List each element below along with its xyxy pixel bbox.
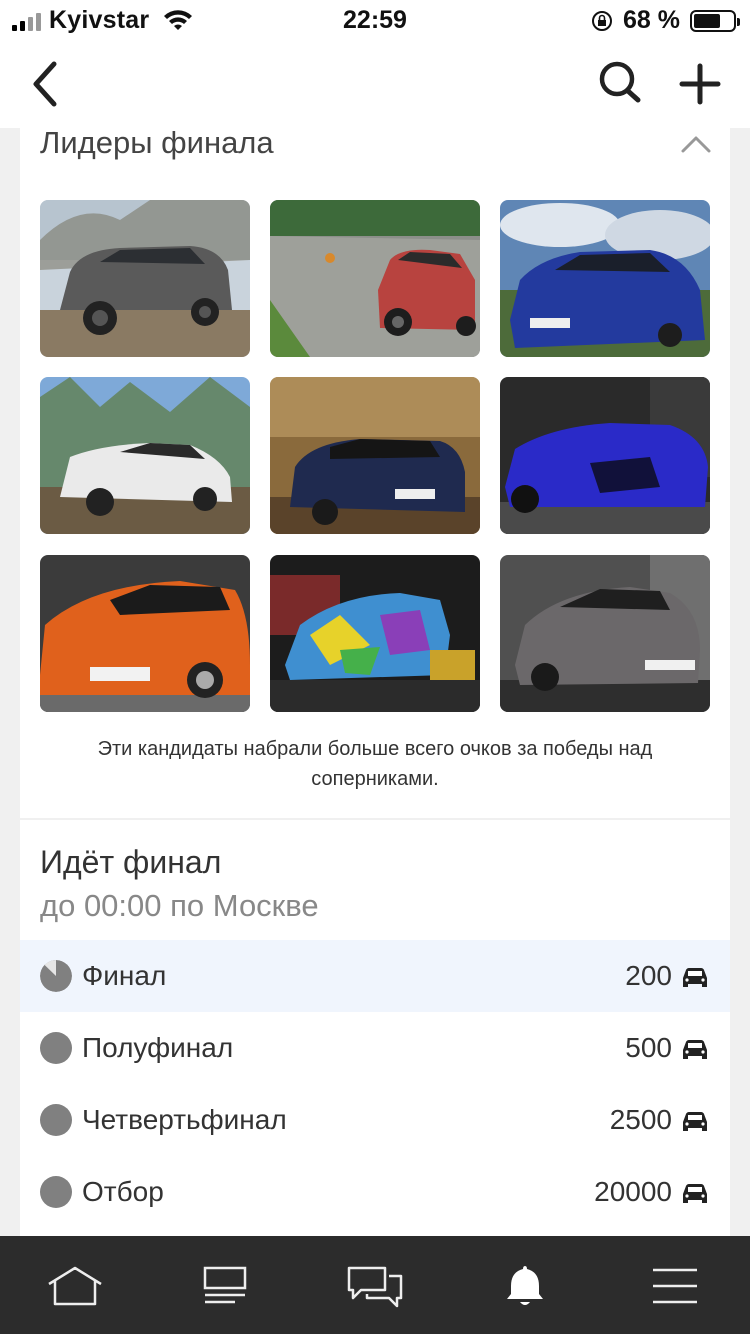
battery-fill bbox=[694, 13, 720, 28]
stage-count: 200 bbox=[625, 960, 672, 991]
orientation-lock-icon bbox=[592, 10, 613, 31]
final-card: Идёт финал до 00:00 по Москве Финал 200 … bbox=[20, 820, 730, 1236]
menu-icon[interactable] bbox=[645, 1264, 705, 1308]
nav-bar bbox=[0, 40, 750, 128]
stage-dot-icon bbox=[40, 1104, 72, 1136]
stage-label: Отбор bbox=[82, 1176, 164, 1207]
messages-icon[interactable] bbox=[345, 1264, 405, 1308]
blue-convertible-photo[interactable] bbox=[500, 377, 710, 534]
stage-label: Финал bbox=[82, 960, 167, 991]
home-icon[interactable] bbox=[45, 1264, 105, 1308]
car-icon bbox=[683, 968, 707, 987]
red-suv-photo[interactable] bbox=[270, 200, 480, 357]
final-title: Идёт финал bbox=[40, 844, 222, 880]
stage-row-final[interactable]: Финал 200 bbox=[20, 940, 730, 1012]
stage-row-quarterfinal[interactable]: Четвертьфинал 2500 bbox=[20, 1084, 730, 1156]
progress-pie-icon bbox=[40, 960, 72, 992]
orange-hatchback-photo[interactable] bbox=[40, 555, 250, 712]
notifications-icon[interactable] bbox=[495, 1264, 555, 1308]
grey-suv-photo[interactable] bbox=[40, 200, 250, 357]
stage-label: Полуфинал bbox=[82, 1032, 234, 1063]
stage-row-semifinal[interactable]: Полуфинал 500 bbox=[20, 1012, 730, 1084]
leaders-title: Лидеры финала bbox=[40, 125, 274, 160]
chevron-left-icon[interactable] bbox=[26, 58, 66, 110]
white-sedan-photo[interactable] bbox=[40, 377, 250, 534]
car-icon bbox=[683, 1184, 707, 1203]
battery-icon bbox=[690, 9, 740, 32]
grey-sedan-photo[interactable] bbox=[500, 555, 710, 712]
camo-coupe-photo[interactable] bbox=[270, 555, 480, 712]
tab-bar bbox=[0, 1236, 750, 1334]
stage-label: Четвертьфинал bbox=[82, 1104, 287, 1135]
blue-sedan-photo[interactable] bbox=[500, 200, 710, 357]
plus-icon[interactable] bbox=[676, 60, 724, 108]
stage-count: 2500 bbox=[609, 1104, 672, 1135]
leaders-caption: Эти кандидаты набрали больше всего очков… bbox=[97, 738, 653, 790]
car-icon bbox=[683, 1112, 707, 1131]
dark-hatchback-photo[interactable] bbox=[270, 377, 480, 534]
search-icon[interactable] bbox=[596, 58, 644, 106]
battery-percent: 68 % bbox=[623, 6, 680, 34]
stage-dot-icon bbox=[40, 1176, 72, 1208]
stage-row-qualification[interactable]: Отбор 20000 bbox=[20, 1156, 730, 1228]
car-icon bbox=[683, 1040, 707, 1059]
status-right: 68 % bbox=[591, 6, 740, 35]
leaders-card: Лидеры финала Эти кандидаты набрали боль… bbox=[20, 125, 730, 818]
status-bar: Kyivstar 22:59 68 % bbox=[0, 0, 750, 40]
final-deadline: до 00:00 по Москве bbox=[40, 888, 319, 923]
chevron-up-icon[interactable] bbox=[680, 132, 712, 156]
feed-icon[interactable] bbox=[195, 1264, 255, 1308]
stage-count: 500 bbox=[625, 1032, 672, 1063]
stage-dot-icon bbox=[40, 1032, 72, 1064]
stage-count: 20000 bbox=[594, 1176, 672, 1207]
